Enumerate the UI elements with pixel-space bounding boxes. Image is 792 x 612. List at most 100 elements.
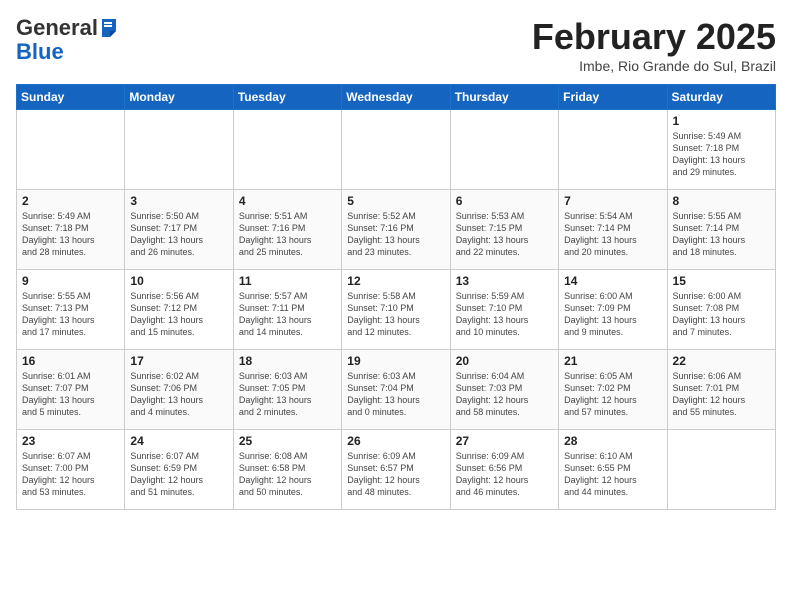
weekday-header: Friday [559,85,667,110]
calendar-cell: 23 Sunrise: 6:07 AM Sunset: 7:00 PM Dayli… [17,430,125,510]
day-info: Sunrise: 5:57 AM Sunset: 7:11 PM Dayligh… [239,290,336,339]
calendar-cell: 3 Sunrise: 5:50 AM Sunset: 7:17 PM Daylig… [125,190,233,270]
day-number: 27 [456,434,553,448]
calendar-cell: 27 Sunrise: 6:09 AM Sunset: 6:56 PM Dayli… [450,430,558,510]
weekday-header: Tuesday [233,85,341,110]
day-info: Sunrise: 6:09 AM Sunset: 6:56 PM Dayligh… [456,450,553,499]
day-number: 4 [239,194,336,208]
day-number: 3 [130,194,227,208]
calendar-cell [233,110,341,190]
day-number: 14 [564,274,661,288]
day-info: Sunrise: 6:09 AM Sunset: 6:57 PM Dayligh… [347,450,444,499]
month-year: February 2025 [532,16,776,58]
title-block: February 2025 Imbe, Rio Grande do Sul, B… [532,16,776,74]
day-number: 2 [22,194,119,208]
logo-general: General [16,16,98,40]
calendar-cell: 13Sunrise: 5:59 AM Sunset: 7:10 PM Dayli… [450,270,558,350]
calendar-cell: 6 Sunrise: 5:53 AM Sunset: 7:15 PM Daylig… [450,190,558,270]
day-number: 16 [22,354,119,368]
weekday-header: Monday [125,85,233,110]
calendar-cell [559,110,667,190]
calendar-cell: 21 Sunrise: 6:05 AM Sunset: 7:02 PM Dayli… [559,350,667,430]
day-info: Sunrise: 6:07 AM Sunset: 7:00 PM Dayligh… [22,450,119,499]
day-info: Sunrise: 6:03 AM Sunset: 7:04 PM Dayligh… [347,370,444,419]
day-number: 11 [239,274,336,288]
calendar-week-row: 9Sunrise: 5:55 AM Sunset: 7:13 PM Daylig… [17,270,776,350]
weekday-header: Thursday [450,85,558,110]
calendar-cell [17,110,125,190]
calendar-cell: 19 Sunrise: 6:03 AM Sunset: 7:04 PM Dayli… [342,350,450,430]
day-info: Sunrise: 6:10 AM Sunset: 6:55 PM Dayligh… [564,450,661,499]
day-number: 15 [673,274,770,288]
day-number: 28 [564,434,661,448]
day-number: 24 [130,434,227,448]
day-info: Sunrise: 5:49 AM Sunset: 7:18 PM Dayligh… [673,130,770,179]
calendar-cell: 22Sunrise: 6:06 AM Sunset: 7:01 PM Dayli… [667,350,775,430]
day-number: 13 [456,274,553,288]
calendar-cell: 4 Sunrise: 5:51 AM Sunset: 7:16 PM Daylig… [233,190,341,270]
page-header: General Blue February 2025 Imbe, Rio Gra… [16,16,776,74]
day-info: Sunrise: 5:56 AM Sunset: 7:12 PM Dayligh… [130,290,227,339]
day-info: Sunrise: 6:00 AM Sunset: 7:09 PM Dayligh… [564,290,661,339]
location: Imbe, Rio Grande do Sul, Brazil [532,58,776,74]
day-info: Sunrise: 5:54 AM Sunset: 7:14 PM Dayligh… [564,210,661,259]
day-info: Sunrise: 5:58 AM Sunset: 7:10 PM Dayligh… [347,290,444,339]
day-info: Sunrise: 5:50 AM Sunset: 7:17 PM Dayligh… [130,210,227,259]
logo: General Blue [16,16,118,64]
day-info: Sunrise: 6:02 AM Sunset: 7:06 PM Dayligh… [130,370,227,419]
calendar-cell [450,110,558,190]
day-number: 26 [347,434,444,448]
calendar-cell: 7 Sunrise: 5:54 AM Sunset: 7:14 PM Daylig… [559,190,667,270]
calendar-week-row: 1 Sunrise: 5:49 AM Sunset: 7:18 PM Daylig… [17,110,776,190]
logo-icon [100,17,118,39]
day-number: 1 [673,114,770,128]
calendar-cell: 12 Sunrise: 5:58 AM Sunset: 7:10 PM Dayli… [342,270,450,350]
calendar-week-row: 23 Sunrise: 6:07 AM Sunset: 7:00 PM Dayli… [17,430,776,510]
calendar-cell [667,430,775,510]
day-number: 25 [239,434,336,448]
day-info: Sunrise: 6:05 AM Sunset: 7:02 PM Dayligh… [564,370,661,419]
day-number: 19 [347,354,444,368]
weekday-header: Sunday [17,85,125,110]
calendar-cell: 28 Sunrise: 6:10 AM Sunset: 6:55 PM Dayli… [559,430,667,510]
day-number: 5 [347,194,444,208]
day-number: 18 [239,354,336,368]
day-number: 6 [456,194,553,208]
day-number: 8 [673,194,770,208]
calendar-cell: 16 Sunrise: 6:01 AM Sunset: 7:07 PM Dayli… [17,350,125,430]
day-number: 23 [22,434,119,448]
day-info: Sunrise: 5:52 AM Sunset: 7:16 PM Dayligh… [347,210,444,259]
calendar-table: SundayMondayTuesdayWednesdayThursdayFrid… [16,84,776,510]
day-number: 10 [130,274,227,288]
day-info: Sunrise: 5:51 AM Sunset: 7:16 PM Dayligh… [239,210,336,259]
calendar-cell: 15Sunrise: 6:00 AM Sunset: 7:08 PM Dayli… [667,270,775,350]
day-info: Sunrise: 6:08 AM Sunset: 6:58 PM Dayligh… [239,450,336,499]
calendar-cell: 2Sunrise: 5:49 AM Sunset: 7:18 PM Daylig… [17,190,125,270]
logo-blue: Blue [16,40,118,64]
day-number: 21 [564,354,661,368]
day-info: Sunrise: 6:03 AM Sunset: 7:05 PM Dayligh… [239,370,336,419]
calendar-cell: 11 Sunrise: 5:57 AM Sunset: 7:11 PM Dayli… [233,270,341,350]
day-info: Sunrise: 5:53 AM Sunset: 7:15 PM Dayligh… [456,210,553,259]
calendar-week-row: 16 Sunrise: 6:01 AM Sunset: 7:07 PM Dayli… [17,350,776,430]
day-number: 7 [564,194,661,208]
calendar-cell: 18 Sunrise: 6:03 AM Sunset: 7:05 PM Dayli… [233,350,341,430]
day-number: 9 [22,274,119,288]
calendar-cell: 5 Sunrise: 5:52 AM Sunset: 7:16 PM Daylig… [342,190,450,270]
day-info: Sunrise: 6:07 AM Sunset: 6:59 PM Dayligh… [130,450,227,499]
weekday-header: Wednesday [342,85,450,110]
calendar-cell: 20Sunrise: 6:04 AM Sunset: 7:03 PM Dayli… [450,350,558,430]
weekday-header: Saturday [667,85,775,110]
day-info: Sunrise: 6:01 AM Sunset: 7:07 PM Dayligh… [22,370,119,419]
calendar-cell: 9Sunrise: 5:55 AM Sunset: 7:13 PM Daylig… [17,270,125,350]
calendar-cell: 8 Sunrise: 5:55 AM Sunset: 7:14 PM Daylig… [667,190,775,270]
calendar-cell: 10 Sunrise: 5:56 AM Sunset: 7:12 PM Dayli… [125,270,233,350]
calendar-cell: 1 Sunrise: 5:49 AM Sunset: 7:18 PM Daylig… [667,110,775,190]
calendar-cell [125,110,233,190]
day-number: 12 [347,274,444,288]
day-number: 20 [456,354,553,368]
calendar-cell: 14 Sunrise: 6:00 AM Sunset: 7:09 PM Dayli… [559,270,667,350]
day-info: Sunrise: 5:55 AM Sunset: 7:14 PM Dayligh… [673,210,770,259]
calendar-cell: 25 Sunrise: 6:08 AM Sunset: 6:58 PM Dayli… [233,430,341,510]
calendar-cell: 24 Sunrise: 6:07 AM Sunset: 6:59 PM Dayli… [125,430,233,510]
